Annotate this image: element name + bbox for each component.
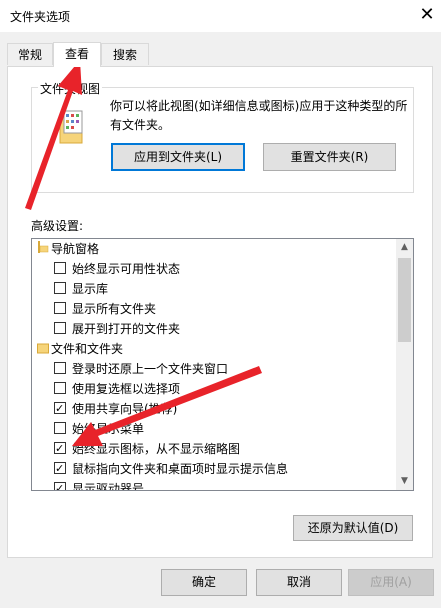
scroll-up-icon[interactable]: ▲ [396,239,413,256]
scroll-down-icon[interactable]: ▼ [396,473,413,490]
close-button[interactable]: ✕ [417,5,437,25]
tree-item-label: 显示库 [72,282,109,296]
window-title: 文件夹选项 [10,10,71,24]
tab-label: 查看 [64,47,89,61]
navigation-pane-icon [37,240,51,260]
tree-item[interactable]: 使用复选框以选择项 [54,379,180,399]
tree-group-label: 导航窗格 [51,242,100,256]
checkbox[interactable] [54,322,66,334]
apply-button: 应用(A) [348,569,434,596]
checkbox[interactable] [54,302,66,314]
tree-item-label: 始终显示图标，从不显示缩略图 [72,442,241,456]
ok-button[interactable]: 确定 [161,569,247,596]
tree-item[interactable]: 登录时还原上一个文件夹窗口 [54,359,228,379]
checkbox[interactable] [54,439,66,459]
tab-general[interactable]: 常规 [7,43,53,65]
tree-item-label: 显示所有文件夹 [72,302,157,316]
advanced-settings-label: 高级设置: [31,219,84,233]
checkbox[interactable] [54,362,66,374]
tree-group-label: 文件和文件夹 [51,342,124,356]
tree-item-label: 使用复选框以选择项 [72,382,181,396]
tab-label: 常规 [17,48,42,62]
checkbox[interactable] [54,422,66,434]
folder-view-icon [52,107,92,147]
tab-search[interactable]: 搜索 [101,43,149,65]
tree-item-label: 展开到打开的文件夹 [72,322,181,336]
cancel-button[interactable]: 取消 [256,569,342,596]
tree-group-files-and-folders: 文件和文件夹 [37,339,123,359]
tab-view[interactable]: 查看 [53,42,101,67]
tree-item[interactable]: 显示驱动器号 [54,479,144,490]
checkbox[interactable] [54,382,66,394]
checkbox[interactable] [54,282,66,294]
checkbox[interactable] [54,459,66,479]
tree-item-label: 登录时还原上一个文件夹窗口 [72,362,229,376]
tree-item[interactable]: 显示所有文件夹 [54,299,156,319]
tree-item[interactable]: 始终显示可用性状态 [54,259,180,279]
tree-group-navigation-pane: 导航窗格 [37,239,99,259]
reset-folders-button[interactable]: 重置文件夹(R) [263,143,396,171]
tree-item[interactable]: 展开到打开的文件夹 [54,319,180,339]
tab-label: 搜索 [112,48,137,62]
tree-item-label: 始终显示菜单 [72,422,145,436]
tree-item-label: 显示驱动器号 [72,482,145,490]
checkbox[interactable] [54,262,66,274]
tree-item[interactable]: 鼠标指向文件夹和桌面项时显示提示信息 [54,459,288,479]
checkbox[interactable] [54,399,66,419]
tree-item[interactable]: 使用共享向导(推荐) [54,399,177,419]
advanced-settings-tree[interactable]: 导航窗格 始终显示可用性状态 显示库 显示所有文件夹 展开到打开的文件夹 文件和… [31,238,414,491]
close-icon: ✕ [419,4,435,25]
folder-icon [37,340,51,360]
tree-item[interactable]: 始终显示图标，从不显示缩略图 [54,439,240,459]
scrollbar-thumb[interactable] [398,258,411,342]
folder-views-description: 你可以将此视图(如详细信息或图标)应用于这种类型的所有文件夹。 [110,99,408,132]
folder-views-label: 文件夹视图 [38,80,103,97]
apply-to-folders-button[interactable]: 应用到文件夹(L) [111,143,245,171]
tree-item[interactable]: 显示库 [54,279,108,299]
tree-item[interactable]: 始终显示菜单 [54,419,144,439]
tree-item-label: 使用共享向导(推荐) [72,402,178,416]
checkbox[interactable] [54,479,66,490]
tree-item-label: 始终显示可用性状态 [72,262,181,276]
tree-item-label: 鼠标指向文件夹和桌面项时显示提示信息 [72,462,289,476]
restore-defaults-button[interactable]: 还原为默认值(D) [293,515,413,541]
tree-rows: 导航窗格 始终显示可用性状态 显示库 显示所有文件夹 展开到打开的文件夹 文件和… [32,239,396,490]
